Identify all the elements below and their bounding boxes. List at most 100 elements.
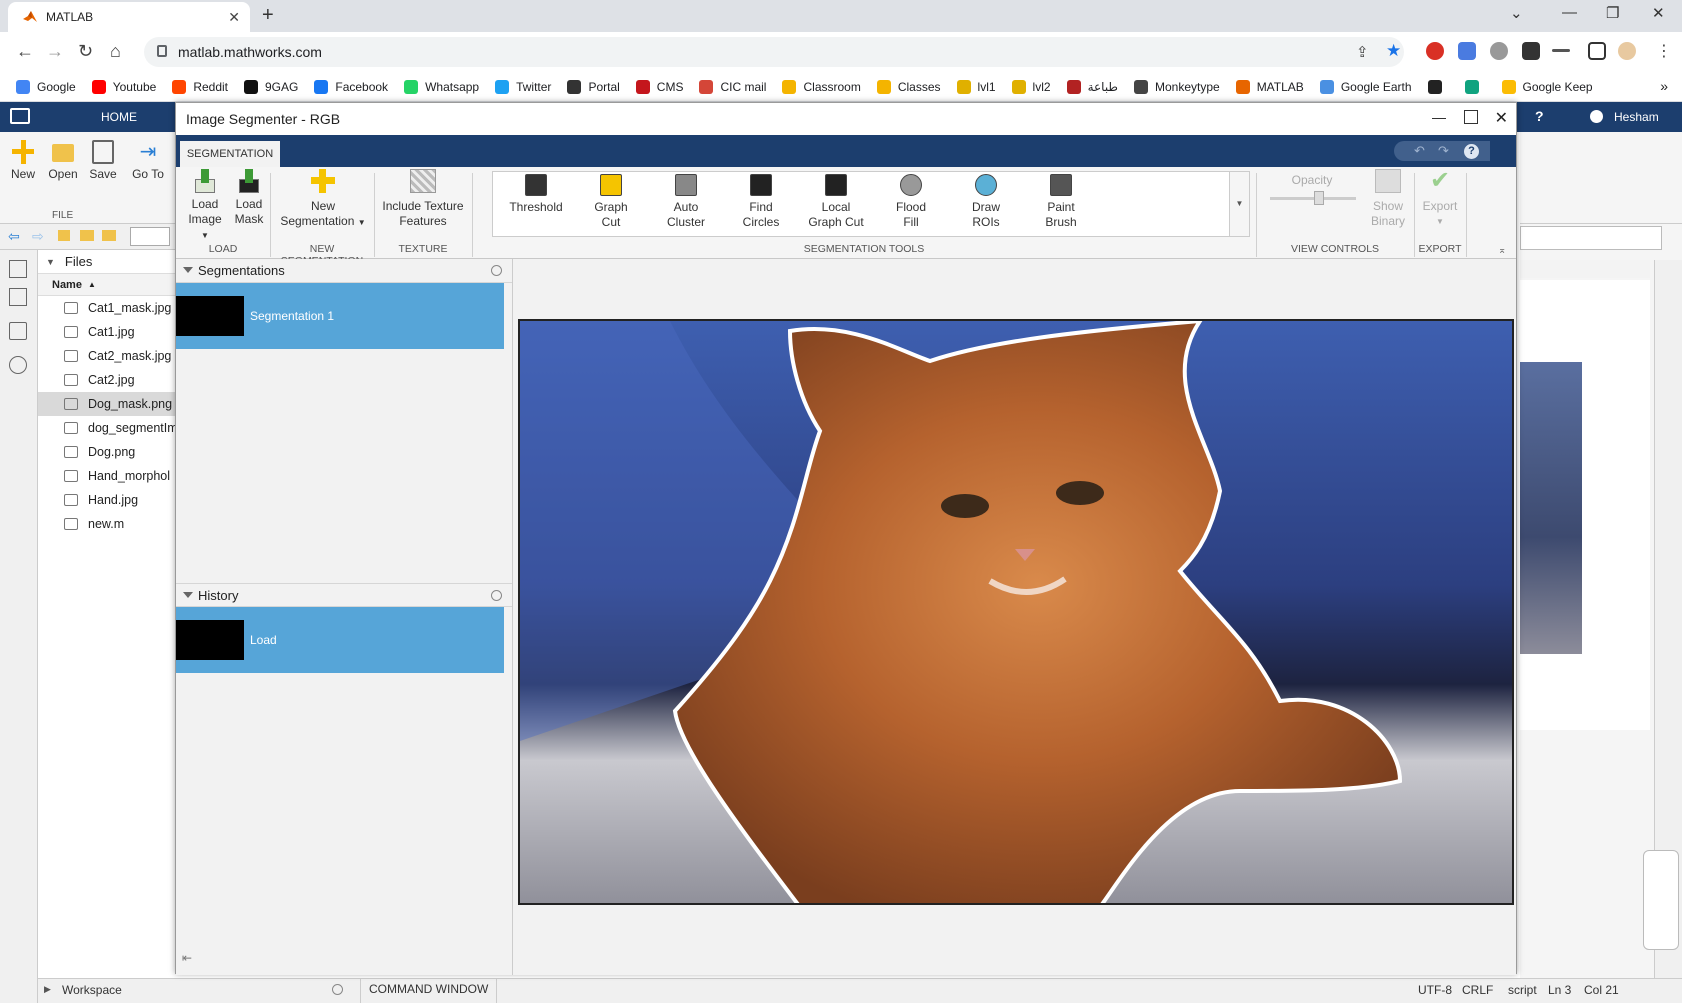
opacity-slider-thumb[interactable] xyxy=(1314,191,1324,205)
matlab-app-icon[interactable] xyxy=(10,108,30,124)
close-tab-icon[interactable]: ✕ xyxy=(228,9,240,26)
segmentations-panel-header[interactable]: Segmentations xyxy=(176,259,512,283)
home-icon[interactable]: ⌂ xyxy=(110,41,121,62)
history-panel-icon[interactable] xyxy=(9,356,27,374)
adblock-extension-icon[interactable] xyxy=(1426,42,1444,60)
share-icon[interactable]: ⇪ xyxy=(1356,43,1369,61)
new-tab-button[interactable]: + xyxy=(262,4,274,27)
profile-avatar-icon[interactable] xyxy=(1618,42,1636,60)
file-list-item[interactable]: Dog.png xyxy=(38,440,175,464)
load-mask-button[interactable]: Load Mask xyxy=(232,169,266,227)
file-list-item[interactable]: Cat1_mask.jpg xyxy=(38,296,175,320)
history-item[interactable]: Load xyxy=(176,607,504,673)
user-name[interactable]: Hesham xyxy=(1614,110,1659,124)
bookmark-item[interactable]: CIC mail xyxy=(699,79,766,94)
save-button[interactable]: Save xyxy=(86,140,120,181)
segmentation-tool-button[interactable]: Draw ROIs xyxy=(951,174,1021,230)
folder-icon[interactable] xyxy=(102,230,116,241)
help-icon[interactable]: ? xyxy=(1464,144,1479,159)
file-list-item[interactable]: Hand.jpg xyxy=(38,488,175,512)
workspace-label[interactable]: Workspace xyxy=(62,983,122,997)
segmenter-close-icon[interactable]: ✕ xyxy=(1495,108,1508,128)
gallery-expand-icon[interactable]: ▼ xyxy=(1230,171,1250,237)
segmentation-tool-button[interactable]: Find Circles xyxy=(726,174,796,230)
file-list-item[interactable]: Cat1.jpg xyxy=(38,320,175,344)
segmentation-tool-button[interactable]: Paint Brush xyxy=(1026,174,1096,230)
opacity-slider[interactable] xyxy=(1264,188,1360,208)
segmentation-tool-button[interactable]: Auto Cluster xyxy=(651,174,721,230)
bookmark-item[interactable]: Google xyxy=(16,79,76,94)
workspace-panel-icon[interactable] xyxy=(9,288,27,306)
bookmark-item[interactable]: lvl2 xyxy=(1011,79,1051,94)
segmented-image[interactable] xyxy=(518,319,1514,905)
undo-icon[interactable]: ↶ xyxy=(1414,143,1425,159)
show-binary-button[interactable]: Show Binary xyxy=(1366,169,1410,229)
name-column-header[interactable]: Name ▲ xyxy=(38,274,175,296)
collapse-panel-icon[interactable]: ⇤ xyxy=(182,951,192,965)
file-list-item[interactable]: dog_segmentIm xyxy=(38,416,175,440)
history-close-icon[interactable] xyxy=(491,590,502,601)
bookmark-item[interactable]: Whatsapp xyxy=(404,79,479,94)
segmentation-tool-button[interactable]: Flood Fill xyxy=(876,174,946,230)
extensions-puzzle-icon[interactable] xyxy=(1522,42,1540,60)
workspace-close-icon[interactable] xyxy=(332,984,343,995)
open-button[interactable]: Open xyxy=(46,140,80,181)
include-texture-button[interactable]: Include Texture Features xyxy=(378,169,468,229)
more-bookmarks-icon[interactable]: » xyxy=(1660,78,1668,94)
side-panel-icon[interactable] xyxy=(1588,42,1606,60)
back-icon[interactable]: ← xyxy=(16,41,34,62)
bookmark-item[interactable] xyxy=(1464,79,1486,94)
up-folder-icon[interactable] xyxy=(58,230,70,241)
bookmark-item[interactable]: Reddit xyxy=(172,79,228,94)
collapse-ribbon-icon[interactable]: ⌅ xyxy=(1498,245,1506,256)
new-button[interactable]: New xyxy=(8,140,38,181)
maximize-icon[interactable]: ❐ xyxy=(1606,4,1619,22)
translate-extension-icon[interactable] xyxy=(1458,42,1476,60)
editor-panel-icon[interactable] xyxy=(9,322,27,340)
load-image-button[interactable]: Load Image ▼ xyxy=(186,169,224,243)
bookmark-item[interactable]: Twitter xyxy=(495,79,551,94)
forward-folder-icon[interactable]: ⇨ xyxy=(32,228,44,245)
new-segmentation-button[interactable]: New Segmentation ▼ xyxy=(276,169,370,230)
segmentation-tool-button[interactable]: Local Graph Cut xyxy=(801,174,871,230)
bookmark-item[interactable]: Portal xyxy=(567,79,620,94)
openai-extension-icon[interactable] xyxy=(1490,42,1508,60)
help-icon[interactable]: ? xyxy=(1535,108,1544,124)
segmenter-maximize-icon[interactable] xyxy=(1464,110,1478,124)
export-button[interactable]: ✔ Export ▼ xyxy=(1418,169,1462,229)
segmentation-tool-button[interactable]: Threshold xyxy=(501,174,571,215)
user-avatar[interactable] xyxy=(1590,110,1603,123)
file-list-item[interactable]: new.m xyxy=(38,512,175,536)
reload-icon[interactable]: ↻ xyxy=(78,41,93,62)
bookmark-item[interactable]: lvl1 xyxy=(956,79,996,94)
path-field[interactable] xyxy=(130,227,170,246)
history-panel-header[interactable]: History xyxy=(176,583,512,607)
bookmark-item[interactable]: 9GAG xyxy=(244,79,298,94)
bookmark-item[interactable]: Facebook xyxy=(314,79,388,94)
back-folder-icon[interactable]: ⇦ xyxy=(8,228,20,245)
close-window-icon[interactable]: ✕ xyxy=(1652,4,1665,22)
browser-tab[interactable]: MATLAB ✕ xyxy=(8,2,250,32)
redo-icon[interactable]: ↷ xyxy=(1438,143,1449,159)
bookmark-item[interactable]: طباعة xyxy=(1066,79,1118,94)
segmenter-minimize-icon[interactable]: — xyxy=(1432,109,1446,125)
bookmark-item[interactable]: MATLAB xyxy=(1235,79,1304,94)
forward-icon[interactable]: → xyxy=(46,41,64,62)
tab-segmentation[interactable]: SEGMENTATION xyxy=(180,141,280,167)
tab-home[interactable]: HOME xyxy=(64,102,174,132)
bookmark-item[interactable]: Google Keep xyxy=(1501,79,1593,94)
segmentation-item[interactable]: Segmentation 1 xyxy=(176,283,504,349)
goto-button[interactable]: ⇥ Go To xyxy=(128,140,168,181)
command-window-tab[interactable]: COMMAND WINDOW xyxy=(360,978,498,1003)
address-bar[interactable]: matlab.mathworks.com xyxy=(144,37,1404,67)
bookmark-item[interactable]: Classroom xyxy=(782,79,861,94)
opacity-control[interactable]: Opacity xyxy=(1264,173,1360,208)
figure-tools-popup[interactable] xyxy=(1643,850,1679,950)
minimize-icon[interactable]: — xyxy=(1562,4,1577,21)
browse-folder-icon[interactable] xyxy=(80,230,94,241)
bookmark-item[interactable]: Youtube xyxy=(91,79,156,94)
files-panel-header[interactable]: ▼ Files xyxy=(38,250,175,274)
file-list-item[interactable]: Cat2.jpg xyxy=(38,368,175,392)
browser-menu-icon[interactable]: ⋮ xyxy=(1656,41,1672,61)
bookmark-item[interactable]: Monkeytype xyxy=(1133,79,1220,94)
